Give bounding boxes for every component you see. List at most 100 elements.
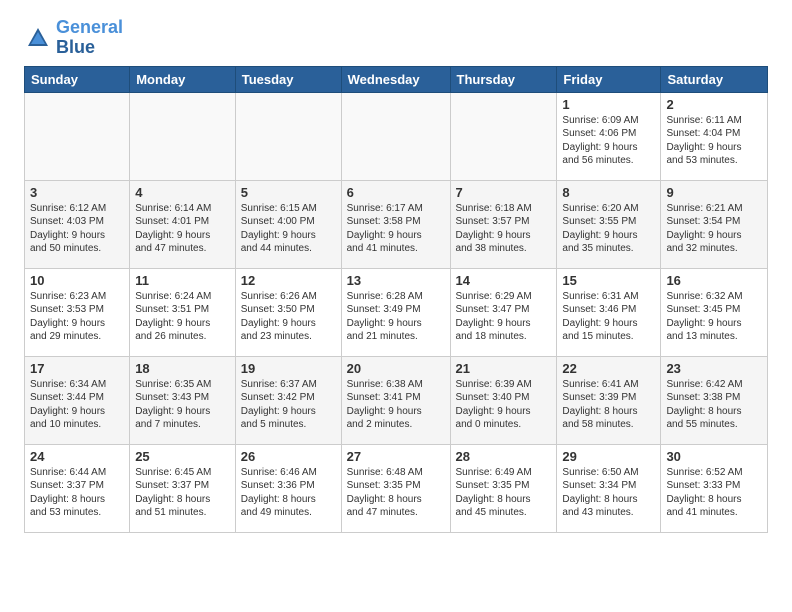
day-info: Sunrise: 6:23 AM Sunset: 3:53 PM Dayligh… xyxy=(30,290,124,344)
day-number: 11 xyxy=(135,273,230,288)
calendar-wrap: Sunday Monday Tuesday Wednesday Thursday… xyxy=(0,66,792,533)
header-friday: Friday xyxy=(557,66,661,92)
calendar-cell: 27 Sunrise: 6:48 AM Sunset: 3:35 PM Dayli… xyxy=(341,444,450,532)
day-number: 27 xyxy=(347,449,445,464)
day-info: Sunrise: 6:12 AM Sunset: 4:03 PM Dayligh… xyxy=(30,202,124,256)
header-sunday: Sunday xyxy=(25,66,130,92)
calendar-cell: 13 Sunrise: 6:28 AM Sunset: 3:49 PM Dayli… xyxy=(341,268,450,356)
logo-icon xyxy=(24,24,52,52)
day-number: 12 xyxy=(241,273,336,288)
calendar-row: 1 Sunrise: 6:09 AM Sunset: 4:06 PM Daylig… xyxy=(25,92,768,180)
day-info: Sunrise: 6:11 AM Sunset: 4:04 PM Dayligh… xyxy=(666,114,762,168)
day-number: 22 xyxy=(562,361,655,376)
day-number: 6 xyxy=(347,185,445,200)
calendar-cell: 22 Sunrise: 6:41 AM Sunset: 3:39 PM Dayli… xyxy=(557,356,661,444)
calendar-cell: 17Sunrise: 6:34 AM Sunset: 3:44 PM Dayli… xyxy=(25,356,130,444)
calendar-cell: 4Sunrise: 6:14 AM Sunset: 4:01 PM Daylig… xyxy=(130,180,236,268)
day-info: Sunrise: 6:41 AM Sunset: 3:39 PM Dayligh… xyxy=(562,378,655,432)
day-number: 4 xyxy=(135,185,230,200)
calendar-cell: 9 Sunrise: 6:21 AM Sunset: 3:54 PM Daylig… xyxy=(661,180,768,268)
day-number: 10 xyxy=(30,273,124,288)
calendar-cell: 23 Sunrise: 6:42 AM Sunset: 3:38 PM Dayli… xyxy=(661,356,768,444)
day-info: Sunrise: 6:32 AM Sunset: 3:45 PM Dayligh… xyxy=(666,290,762,344)
day-info: Sunrise: 6:52 AM Sunset: 3:33 PM Dayligh… xyxy=(666,466,762,520)
day-info: Sunrise: 6:39 AM Sunset: 3:40 PM Dayligh… xyxy=(456,378,552,432)
day-number: 19 xyxy=(241,361,336,376)
day-info: Sunrise: 6:48 AM Sunset: 3:35 PM Dayligh… xyxy=(347,466,445,520)
day-number: 9 xyxy=(666,185,762,200)
calendar-cell: 15 Sunrise: 6:31 AM Sunset: 3:46 PM Dayli… xyxy=(557,268,661,356)
logo-text: General Blue xyxy=(56,18,123,58)
day-info: Sunrise: 6:45 AM Sunset: 3:37 PM Dayligh… xyxy=(135,466,230,520)
calendar-cell: 2 Sunrise: 6:11 AM Sunset: 4:04 PM Daylig… xyxy=(661,92,768,180)
day-number: 2 xyxy=(666,97,762,112)
day-info: Sunrise: 6:38 AM Sunset: 3:41 PM Dayligh… xyxy=(347,378,445,432)
day-info: Sunrise: 6:28 AM Sunset: 3:49 PM Dayligh… xyxy=(347,290,445,344)
calendar-row: 24 Sunrise: 6:44 AM Sunset: 3:37 PM Dayli… xyxy=(25,444,768,532)
day-info: Sunrise: 6:49 AM Sunset: 3:35 PM Dayligh… xyxy=(456,466,552,520)
day-info: Sunrise: 6:34 AM Sunset: 3:44 PM Dayligh… xyxy=(30,378,124,432)
calendar-cell xyxy=(25,92,130,180)
day-number: 7 xyxy=(456,185,552,200)
day-number: 5 xyxy=(241,185,336,200)
calendar-cell: 10 Sunrise: 6:23 AM Sunset: 3:53 PM Dayli… xyxy=(25,268,130,356)
day-info: Sunrise: 6:15 AM Sunset: 4:00 PM Dayligh… xyxy=(241,202,336,256)
header-wednesday: Wednesday xyxy=(341,66,450,92)
calendar-cell: 18 Sunrise: 6:35 AM Sunset: 3:43 PM Dayli… xyxy=(130,356,236,444)
day-number: 25 xyxy=(135,449,230,464)
day-info: Sunrise: 6:18 AM Sunset: 3:57 PM Dayligh… xyxy=(456,202,552,256)
calendar-cell: 12 Sunrise: 6:26 AM Sunset: 3:50 PM Dayli… xyxy=(235,268,341,356)
day-info: Sunrise: 6:20 AM Sunset: 3:55 PM Dayligh… xyxy=(562,202,655,256)
calendar-cell: 30Sunrise: 6:52 AM Sunset: 3:33 PM Dayli… xyxy=(661,444,768,532)
calendar-header-row: Sunday Monday Tuesday Wednesday Thursday… xyxy=(25,66,768,92)
calendar-cell xyxy=(235,92,341,180)
header-thursday: Thursday xyxy=(450,66,557,92)
calendar-cell: 14 Sunrise: 6:29 AM Sunset: 3:47 PM Dayli… xyxy=(450,268,557,356)
day-info: Sunrise: 6:29 AM Sunset: 3:47 PM Dayligh… xyxy=(456,290,552,344)
day-number: 28 xyxy=(456,449,552,464)
day-number: 14 xyxy=(456,273,552,288)
day-number: 1 xyxy=(562,97,655,112)
calendar-row: 10 Sunrise: 6:23 AM Sunset: 3:53 PM Dayli… xyxy=(25,268,768,356)
day-number: 23 xyxy=(666,361,762,376)
calendar-row: 17Sunrise: 6:34 AM Sunset: 3:44 PM Dayli… xyxy=(25,356,768,444)
day-number: 15 xyxy=(562,273,655,288)
day-number: 20 xyxy=(347,361,445,376)
calendar-cell: 5 Sunrise: 6:15 AM Sunset: 4:00 PM Daylig… xyxy=(235,180,341,268)
day-number: 26 xyxy=(241,449,336,464)
day-info: Sunrise: 6:44 AM Sunset: 3:37 PM Dayligh… xyxy=(30,466,124,520)
day-info: Sunrise: 6:17 AM Sunset: 3:58 PM Dayligh… xyxy=(347,202,445,256)
day-info: Sunrise: 6:35 AM Sunset: 3:43 PM Dayligh… xyxy=(135,378,230,432)
day-number: 18 xyxy=(135,361,230,376)
day-number: 21 xyxy=(456,361,552,376)
calendar-cell: 20 Sunrise: 6:38 AM Sunset: 3:41 PM Dayli… xyxy=(341,356,450,444)
day-number: 24 xyxy=(30,449,124,464)
day-number: 16 xyxy=(666,273,762,288)
calendar-cell: 26Sunrise: 6:46 AM Sunset: 3:36 PM Dayli… xyxy=(235,444,341,532)
day-info: Sunrise: 6:37 AM Sunset: 3:42 PM Dayligh… xyxy=(241,378,336,432)
day-info: Sunrise: 6:24 AM Sunset: 3:51 PM Dayligh… xyxy=(135,290,230,344)
day-number: 8 xyxy=(562,185,655,200)
day-info: Sunrise: 6:42 AM Sunset: 3:38 PM Dayligh… xyxy=(666,378,762,432)
day-info: Sunrise: 6:09 AM Sunset: 4:06 PM Dayligh… xyxy=(562,114,655,168)
day-number: 3 xyxy=(30,185,124,200)
calendar-cell: 6 Sunrise: 6:17 AM Sunset: 3:58 PM Daylig… xyxy=(341,180,450,268)
calendar-cell: 8 Sunrise: 6:20 AM Sunset: 3:55 PM Daylig… xyxy=(557,180,661,268)
calendar-cell: 1 Sunrise: 6:09 AM Sunset: 4:06 PM Daylig… xyxy=(557,92,661,180)
header-tuesday: Tuesday xyxy=(235,66,341,92)
day-info: Sunrise: 6:31 AM Sunset: 3:46 PM Dayligh… xyxy=(562,290,655,344)
calendar-cell xyxy=(341,92,450,180)
calendar-cell: 7 Sunrise: 6:18 AM Sunset: 3:57 PM Daylig… xyxy=(450,180,557,268)
calendar-cell: 19 Sunrise: 6:37 AM Sunset: 3:42 PM Dayli… xyxy=(235,356,341,444)
page-header: General Blue xyxy=(0,0,792,66)
calendar-table: Sunday Monday Tuesday Wednesday Thursday… xyxy=(24,66,768,533)
calendar-cell xyxy=(130,92,236,180)
calendar-row: 3 Sunrise: 6:12 AM Sunset: 4:03 PM Daylig… xyxy=(25,180,768,268)
calendar-cell: 3 Sunrise: 6:12 AM Sunset: 4:03 PM Daylig… xyxy=(25,180,130,268)
day-info: Sunrise: 6:26 AM Sunset: 3:50 PM Dayligh… xyxy=(241,290,336,344)
logo: General Blue xyxy=(24,18,123,58)
day-info: Sunrise: 6:21 AM Sunset: 3:54 PM Dayligh… xyxy=(666,202,762,256)
header-saturday: Saturday xyxy=(661,66,768,92)
day-number: 13 xyxy=(347,273,445,288)
calendar-cell: 25 Sunrise: 6:45 AM Sunset: 3:37 PM Dayli… xyxy=(130,444,236,532)
